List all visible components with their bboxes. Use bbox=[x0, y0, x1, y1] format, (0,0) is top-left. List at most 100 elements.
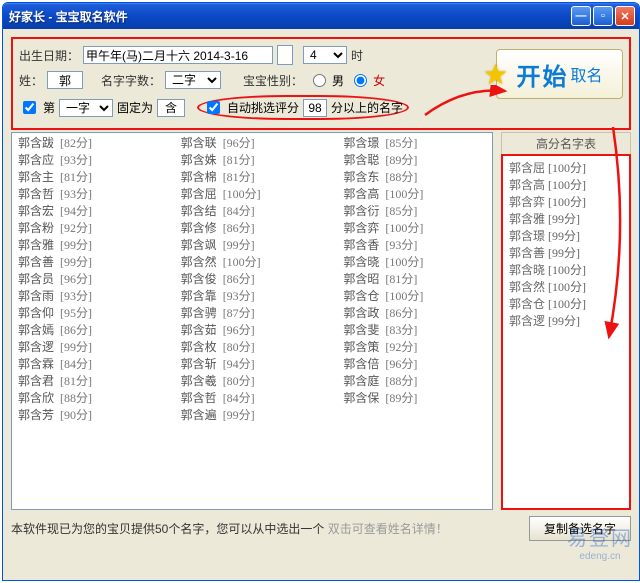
name-list-item[interactable]: 郭含雨 [93分] bbox=[18, 288, 161, 305]
name-list-item[interactable]: 郭含璟 [85分] bbox=[343, 135, 486, 152]
name-list-item[interactable]: 郭含仰 [95分] bbox=[18, 305, 161, 322]
name-list-item[interactable]: 郭含倍 [96分] bbox=[343, 356, 486, 373]
name-list-item[interactable]: 郭含策 [92分] bbox=[343, 339, 486, 356]
high-score-item[interactable]: 郭含善 [99分] bbox=[509, 245, 623, 262]
gender-male-label: 男 bbox=[332, 72, 344, 89]
name-list-item[interactable]: 郭含羲 [80分] bbox=[181, 373, 324, 390]
name-list-item[interactable]: 郭含君 [81分] bbox=[18, 373, 161, 390]
name-list-item[interactable]: 郭含姝 [81分] bbox=[181, 152, 324, 169]
name-list-item[interactable]: 郭含庭 [88分] bbox=[343, 373, 486, 390]
auto-score-input[interactable] bbox=[303, 99, 327, 117]
gender-female-label: 女 bbox=[373, 72, 385, 89]
auto-filter-label: 自动挑选评分 bbox=[227, 99, 299, 116]
pos-select[interactable]: 一字 bbox=[59, 99, 113, 117]
high-score-item[interactable]: 郭含逻 [99分] bbox=[509, 313, 623, 330]
name-list-item[interactable]: 郭含枚 [80分] bbox=[181, 339, 324, 356]
name-list-item[interactable]: 郭含员 [96分] bbox=[18, 271, 161, 288]
sidebar-title: 高分名字表 bbox=[501, 132, 631, 154]
start-button-small: 取名 bbox=[570, 62, 602, 86]
name-list-item[interactable]: 郭含遍 [99分] bbox=[181, 407, 324, 424]
start-button-big: 开始 bbox=[516, 57, 568, 92]
name-list-item[interactable]: 郭含弈 [100分] bbox=[343, 220, 486, 237]
name-list-item[interactable]: 郭含保 [89分] bbox=[343, 390, 486, 407]
window-title: 好家长 - 宝宝取名软件 bbox=[9, 8, 569, 25]
fixed-label: 固定为 bbox=[117, 99, 153, 116]
name-list-item[interactable]: 郭含香 [93分] bbox=[343, 237, 486, 254]
sidebar: 高分名字表 郭含屈 [100分]郭含高 [100分]郭含弈 [100分]郭含雅 … bbox=[501, 132, 631, 510]
footer: 本软件现已为您的宝贝提供50个名字，您可以从中选出一个 双击可查看姓名详情！ 复… bbox=[11, 516, 631, 541]
high-score-item[interactable]: 郭含雅 [99分] bbox=[509, 211, 623, 228]
name-list-item[interactable]: 郭含仓 [100分] bbox=[343, 288, 486, 305]
name-list-item[interactable]: 郭含靠 [93分] bbox=[181, 288, 324, 305]
name-list-item[interactable]: 郭含高 [100分] bbox=[343, 186, 486, 203]
name-list-item[interactable]: 郭含骋 [87分] bbox=[181, 305, 324, 322]
high-score-item[interactable]: 郭含晓 [100分] bbox=[509, 262, 623, 279]
name-list-item[interactable]: 郭含晓 [100分] bbox=[343, 254, 486, 271]
name-list-item[interactable]: 郭含哲 [84分] bbox=[181, 390, 324, 407]
name-list-item[interactable]: 郭含修 [86分] bbox=[181, 220, 324, 237]
client-area: 出生日期： 4 时 姓： 名字字数： 二字 宝宝性别： 男 女 第 一字 固定为 bbox=[3, 29, 639, 545]
name-list-item[interactable]: 郭含然 [100分] bbox=[181, 254, 324, 271]
name-list-item[interactable]: 郭含飒 [99分] bbox=[181, 237, 324, 254]
name-list-item[interactable]: 郭含聪 [89分] bbox=[343, 152, 486, 169]
name-list-item[interactable]: 郭含斐 [83分] bbox=[343, 322, 486, 339]
start-button[interactable]: ★ 开始取名 bbox=[496, 49, 623, 99]
name-list-item[interactable]: 郭含昭 [81分] bbox=[343, 271, 486, 288]
birthdate-input[interactable] bbox=[83, 46, 273, 64]
auto-filter-group: 自动挑选评分 分以上的名字 bbox=[197, 95, 409, 120]
high-score-item[interactable]: 郭含屈 [100分] bbox=[509, 160, 623, 177]
surname-input[interactable] bbox=[47, 71, 83, 89]
maximize-button[interactable]: ▫ bbox=[593, 6, 613, 26]
high-score-item[interactable]: 郭含弈 [100分] bbox=[509, 194, 623, 211]
high-score-item[interactable]: 郭含璟 [99分] bbox=[509, 228, 623, 245]
name-list-item[interactable]: 郭含粉 [92分] bbox=[18, 220, 161, 237]
name-list-item[interactable]: 郭含主 [81分] bbox=[18, 169, 161, 186]
high-score-list[interactable]: 郭含屈 [100分]郭含高 [100分]郭含弈 [100分]郭含雅 [99分]郭… bbox=[501, 154, 631, 510]
fixed-pos-checkbox[interactable] bbox=[23, 101, 36, 114]
name-list-item[interactable]: 郭含屈 [100分] bbox=[181, 186, 324, 203]
auto-filter-checkbox[interactable] bbox=[207, 101, 220, 114]
hour-select[interactable]: 4 bbox=[303, 46, 347, 64]
name-list-item[interactable]: 郭含嫣 [86分] bbox=[18, 322, 161, 339]
name-list-item[interactable]: 郭含逻 [99分] bbox=[18, 339, 161, 356]
name-list-item[interactable]: 郭含联 [96分] bbox=[181, 135, 324, 152]
high-score-item[interactable]: 郭含高 [100分] bbox=[509, 177, 623, 194]
date-picker-button[interactable] bbox=[277, 45, 293, 65]
close-button[interactable]: ✕ bbox=[615, 6, 635, 26]
auto-filter-suffix: 分以上的名字 bbox=[331, 99, 403, 116]
name-list-pane[interactable]: 郭含跋 [82分]郭含应 [93分]郭含主 [81分]郭含哲 [93分]郭含宏 … bbox=[11, 132, 493, 510]
pos-prefix: 第 bbox=[43, 99, 55, 116]
gender-female-radio[interactable] bbox=[354, 74, 367, 87]
name-list-item[interactable]: 郭含结 [84分] bbox=[181, 203, 324, 220]
charcount-select[interactable]: 二字 bbox=[165, 71, 221, 89]
name-list-item[interactable]: 郭含芳 [90分] bbox=[18, 407, 161, 424]
gender-male-radio[interactable] bbox=[313, 74, 326, 87]
name-list-item[interactable]: 郭含政 [86分] bbox=[343, 305, 486, 322]
name-list-item[interactable]: 郭含茹 [96分] bbox=[181, 322, 324, 339]
high-score-item[interactable]: 郭含仓 [100分] bbox=[509, 296, 623, 313]
name-list-item[interactable]: 郭含宏 [94分] bbox=[18, 203, 161, 220]
results-area: 郭含跋 [82分]郭含应 [93分]郭含主 [81分]郭含哲 [93分]郭含宏 … bbox=[11, 132, 631, 510]
footer-tip: 本软件现已为您的宝贝提供50个名字，您可以从中选出一个 双击可查看姓名详情！ bbox=[11, 520, 521, 537]
title-bar[interactable]: 好家长 - 宝宝取名软件 — ▫ ✕ bbox=[3, 3, 639, 29]
name-list-item[interactable]: 郭含衍 [85分] bbox=[343, 203, 486, 220]
name-list-item[interactable]: 郭含俊 [86分] bbox=[181, 271, 324, 288]
name-list-item[interactable]: 郭含雅 [99分] bbox=[18, 237, 161, 254]
name-list-item[interactable]: 郭含东 [88分] bbox=[343, 169, 486, 186]
app-window: 好家长 - 宝宝取名软件 — ▫ ✕ 出生日期： 4 时 姓： 名字字数： 二字… bbox=[2, 2, 640, 581]
minimize-button[interactable]: — bbox=[571, 6, 591, 26]
name-list-item[interactable]: 郭含霖 [84分] bbox=[18, 356, 161, 373]
name-list-item[interactable]: 郭含跋 [82分] bbox=[18, 135, 161, 152]
name-list-item[interactable]: 郭含棉 [81分] bbox=[181, 169, 324, 186]
copy-names-button[interactable]: 复制备选名字 bbox=[529, 516, 631, 541]
hour-suffix: 时 bbox=[351, 47, 363, 64]
name-list-item[interactable]: 郭含哲 [93分] bbox=[18, 186, 161, 203]
name-list-item[interactable]: 郭含应 [93分] bbox=[18, 152, 161, 169]
gender-label: 宝宝性别： bbox=[243, 72, 303, 89]
surname-label: 姓： bbox=[19, 72, 43, 89]
name-list-item[interactable]: 郭含善 [99分] bbox=[18, 254, 161, 271]
high-score-item[interactable]: 郭含然 [100分] bbox=[509, 279, 623, 296]
fixed-char-input[interactable] bbox=[157, 99, 185, 117]
name-list-item[interactable]: 郭含斩 [94分] bbox=[181, 356, 324, 373]
name-list-item[interactable]: 郭含欣 [88分] bbox=[18, 390, 161, 407]
